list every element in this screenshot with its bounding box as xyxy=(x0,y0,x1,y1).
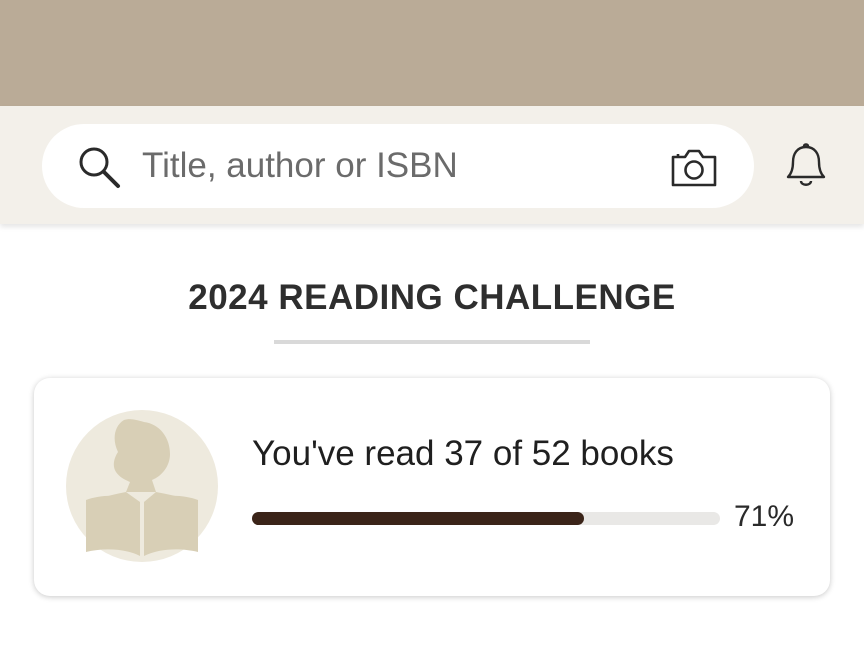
challenge-progress-fill xyxy=(252,512,585,525)
reader-avatar-icon xyxy=(66,410,218,562)
challenge-progress-text: You've read 37 of 52 books xyxy=(252,434,674,473)
challenge-progress-percent: 71% xyxy=(734,500,795,533)
camera-icon[interactable] xyxy=(670,148,718,188)
search-header xyxy=(0,106,864,224)
search-input[interactable] xyxy=(142,140,642,192)
search-icon[interactable] xyxy=(76,144,124,192)
reading-challenge-card[interactable]: You've read 37 of 52 books 71% xyxy=(34,378,830,596)
status-bar xyxy=(0,0,864,106)
title-divider xyxy=(274,340,590,344)
challenge-progress-bar xyxy=(252,512,720,525)
bell-icon[interactable] xyxy=(784,142,828,190)
search-box[interactable] xyxy=(42,124,754,208)
reading-challenge-title: 2024 READING CHALLENGE xyxy=(188,278,676,317)
